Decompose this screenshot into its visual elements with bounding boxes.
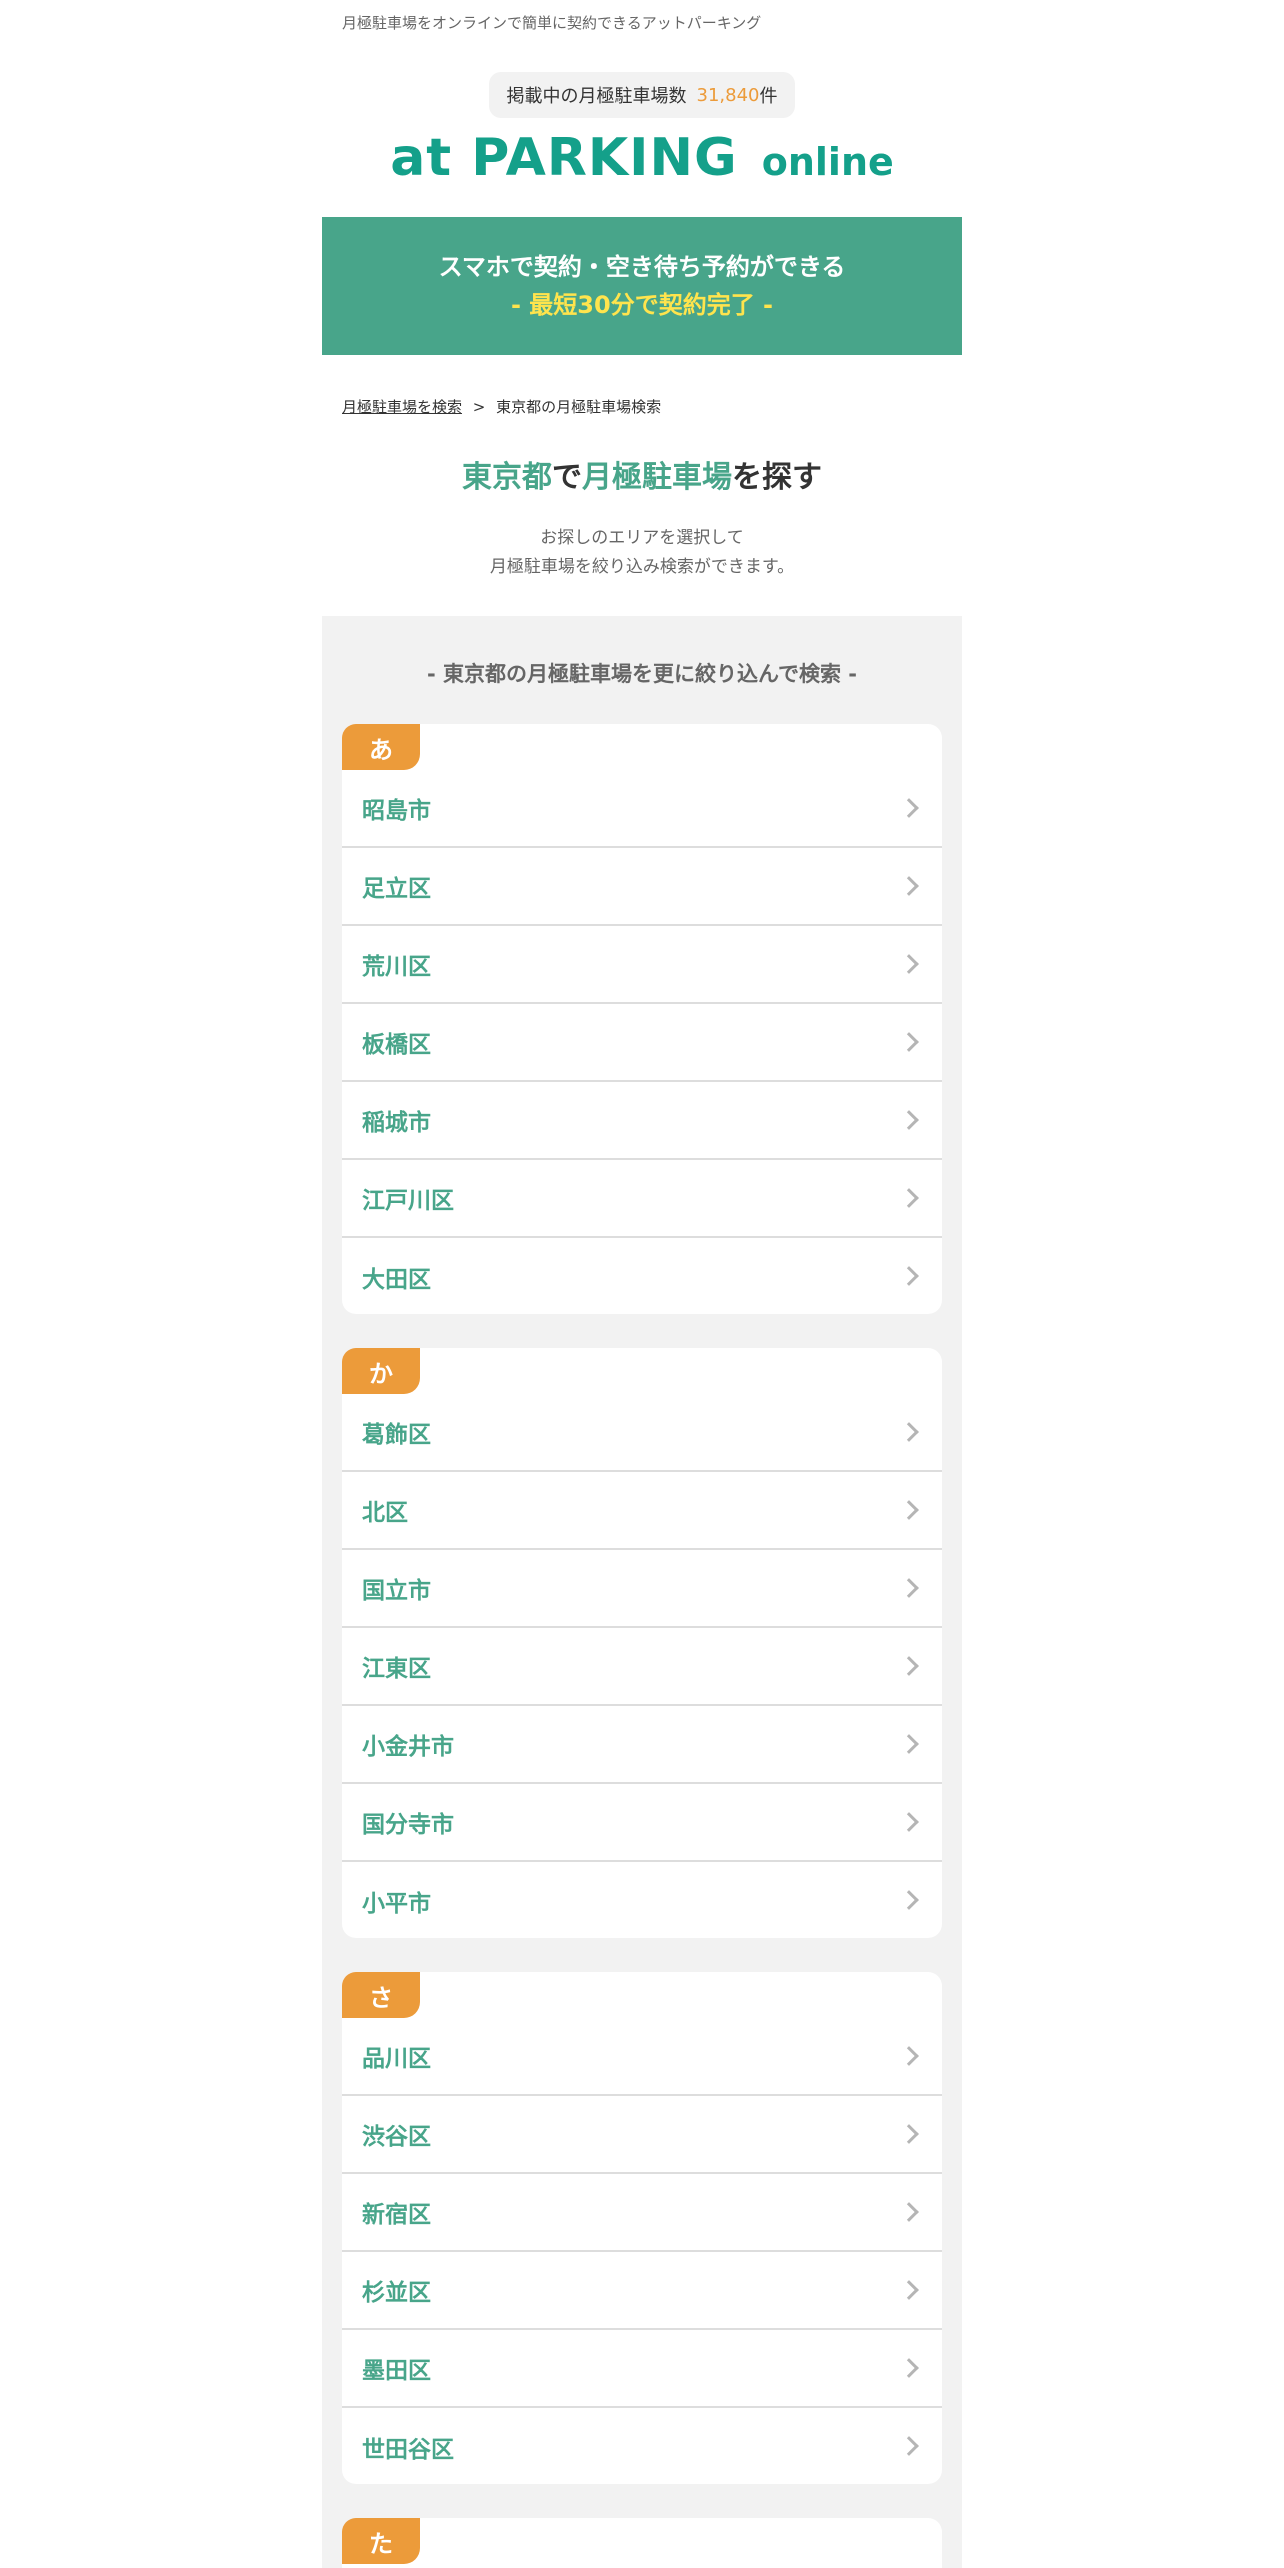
area-refine-section: - 東京都の月極駐車場を更に絞り込んで検索 - あ 昭島市 足立区 荒川区 板橋… bbox=[322, 616, 962, 2568]
breadcrumb-separator: > bbox=[472, 398, 486, 416]
site-logo[interactable]: at PARKING online bbox=[367, 128, 917, 188]
kana-label: か bbox=[342, 1348, 420, 1394]
area-item[interactable]: 杉並区 bbox=[342, 2252, 942, 2330]
area-item-label: 足立区 bbox=[362, 876, 431, 902]
area-refine-title: - 東京都の月極駐車場を更に絞り込んで検索 - bbox=[426, 662, 857, 686]
area-item[interactable]: 江戸川区 bbox=[342, 1160, 942, 1238]
area-item[interactable]: 小金井市 bbox=[342, 1706, 942, 1784]
area-item-label: 昭島市 bbox=[362, 798, 431, 824]
chevron-right-icon bbox=[899, 1266, 919, 1286]
breadcrumb-current: 東京都の月極駐車場検索 bbox=[496, 398, 662, 416]
area-item-label: 墨田区 bbox=[362, 2358, 431, 2384]
kana-label: さ bbox=[342, 1972, 420, 2018]
page-lead: お探しのエリアを選択して 月極駐車場を絞り込み検索ができます。 bbox=[322, 524, 962, 582]
area-item-label: 杉並区 bbox=[362, 2280, 431, 2306]
chevron-right-icon bbox=[899, 2046, 919, 2066]
promo-banner: スマホで契約・空き待ち予約ができる - 最短30分で契約完了 - bbox=[322, 217, 962, 355]
chevron-right-icon bbox=[899, 1188, 919, 1208]
kana-group-sa: さ 品川区 渋谷区 新宿区 杉並区 墨田区 世田谷区 bbox=[342, 1972, 942, 2484]
area-item[interactable]: 板橋区 bbox=[342, 1004, 942, 1082]
area-item-label: 新宿区 bbox=[362, 2202, 431, 2228]
area-item-label: 小金井市 bbox=[362, 1734, 454, 1760]
chevron-right-icon bbox=[899, 2124, 919, 2144]
chevron-right-icon bbox=[899, 1656, 919, 1676]
site-tagline: 月極駐車場をオンラインで簡単に契約できるアットパーキング bbox=[342, 14, 762, 32]
area-item-label: 品川区 bbox=[362, 2046, 431, 2072]
page-title-suffix: を探す bbox=[732, 460, 822, 495]
area-item[interactable]: 品川区 bbox=[342, 2018, 942, 2096]
chevron-right-icon bbox=[899, 1734, 919, 1754]
area-item-label: 世田谷区 bbox=[362, 2437, 454, 2463]
area-item[interactable]: 稲城市 bbox=[342, 1082, 942, 1160]
page-lead-line1: お探しのエリアを選択して bbox=[540, 528, 744, 548]
chevron-right-icon bbox=[899, 1578, 919, 1598]
area-item[interactable]: 荒川区 bbox=[342, 926, 942, 1004]
chevron-right-icon bbox=[899, 1110, 919, 1130]
chevron-right-icon bbox=[899, 1422, 919, 1442]
area-item[interactable]: 国立市 bbox=[342, 1550, 942, 1628]
kana-group-ta: た bbox=[342, 2518, 942, 2568]
area-item-label: 大田区 bbox=[362, 1267, 431, 1293]
kana-group-a: あ 昭島市 足立区 荒川区 板橋区 稲城市 江戸川区 大田区 bbox=[342, 724, 942, 1314]
area-item-label: 小平市 bbox=[362, 1891, 431, 1917]
area-item-label: 北区 bbox=[362, 1500, 408, 1526]
page-title-prefecture: 東京都 bbox=[462, 460, 552, 495]
page-title-particle: で bbox=[552, 460, 582, 495]
area-item[interactable]: 墨田区 bbox=[342, 2330, 942, 2408]
area-item-label: 国立市 bbox=[362, 1578, 431, 1604]
area-item-label: 荒川区 bbox=[362, 954, 431, 980]
area-item-label: 板橋区 bbox=[362, 1032, 431, 1058]
area-item[interactable]: 小平市 bbox=[342, 1862, 942, 1938]
page-title: 東京都で月極駐車場を探す bbox=[322, 452, 962, 496]
area-item-label: 江戸川区 bbox=[362, 1188, 454, 1214]
listing-count-label: 掲載中の月極駐車場数 bbox=[506, 86, 687, 107]
kana-label: あ bbox=[342, 724, 420, 770]
promo-banner-line1: スマホで契約・空き待ち予約ができる bbox=[438, 253, 846, 281]
chevron-right-icon bbox=[899, 2436, 919, 2456]
area-item-label: 国分寺市 bbox=[362, 1812, 454, 1838]
area-item[interactable]: 渋谷区 bbox=[342, 2096, 942, 2174]
area-item[interactable]: 国分寺市 bbox=[342, 1784, 942, 1862]
page-lead-line2: 月極駐車場を絞り込み検索ができます。 bbox=[489, 557, 795, 577]
area-item-label: 江東区 bbox=[362, 1656, 431, 1682]
chevron-right-icon bbox=[899, 876, 919, 896]
logo-sub-text: online bbox=[761, 140, 894, 184]
listing-count-unit: 件 bbox=[759, 86, 778, 107]
listing-count-badge: 掲載中の月極駐車場数 31,840 件 bbox=[489, 72, 795, 118]
chevron-right-icon bbox=[899, 954, 919, 974]
chevron-right-icon bbox=[899, 798, 919, 818]
logo-main-text: at PARKING bbox=[390, 128, 738, 188]
area-item[interactable]: 大田区 bbox=[342, 1238, 942, 1314]
area-item[interactable]: 北区 bbox=[342, 1472, 942, 1550]
chevron-right-icon bbox=[899, 1032, 919, 1052]
area-item[interactable]: 足立区 bbox=[342, 848, 942, 926]
kana-group-ka: か 葛飾区 北区 国立市 江東区 小金井市 国分寺市 小平市 bbox=[342, 1348, 942, 1938]
area-item[interactable]: 世田谷区 bbox=[342, 2408, 942, 2484]
page: 月極駐車場をオンラインで簡単に契約できるアットパーキング 掲載中の月極駐車場数 … bbox=[322, 0, 962, 2568]
chevron-right-icon bbox=[899, 1812, 919, 1832]
area-item[interactable]: 葛飾区 bbox=[342, 1394, 942, 1472]
chevron-right-icon bbox=[899, 2280, 919, 2300]
area-item-label: 稲城市 bbox=[362, 1110, 431, 1136]
breadcrumb: 月極駐車場を検索 > 東京都の月極駐車場検索 bbox=[342, 396, 661, 417]
area-item-label: 葛飾区 bbox=[362, 1422, 431, 1448]
page-title-target: 月極駐車場 bbox=[582, 460, 732, 495]
area-item[interactable]: 新宿区 bbox=[342, 2174, 942, 2252]
chevron-right-icon bbox=[899, 1500, 919, 1520]
breadcrumb-link-search[interactable]: 月極駐車場を検索 bbox=[342, 398, 462, 416]
area-item[interactable]: 江東区 bbox=[342, 1628, 942, 1706]
promo-banner-line2: - 最短30分で契約完了 - bbox=[510, 291, 774, 319]
chevron-right-icon bbox=[899, 2358, 919, 2378]
area-item-label: 渋谷区 bbox=[362, 2124, 431, 2150]
kana-label: た bbox=[342, 2518, 420, 2564]
chevron-right-icon bbox=[899, 2202, 919, 2222]
area-item[interactable]: 昭島市 bbox=[342, 770, 942, 848]
chevron-right-icon bbox=[899, 1890, 919, 1910]
listing-count-value: 31,840 bbox=[696, 84, 760, 106]
